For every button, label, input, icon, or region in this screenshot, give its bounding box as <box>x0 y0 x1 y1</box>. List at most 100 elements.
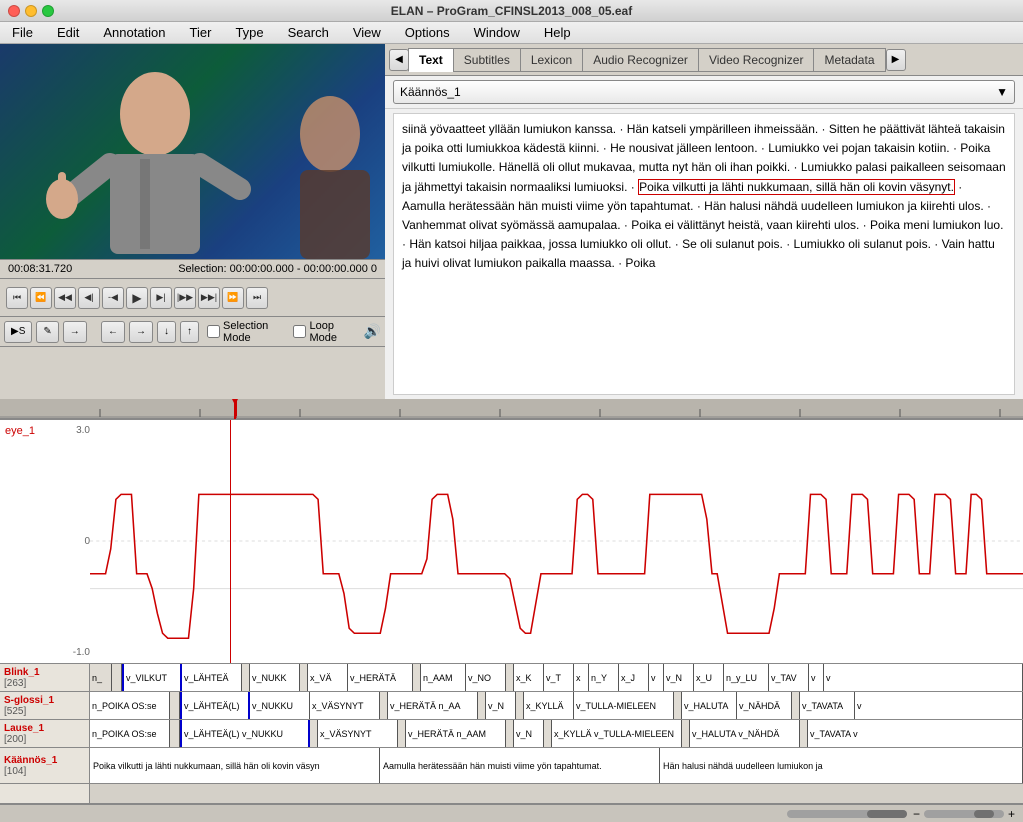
go-to-start-button[interactable]: ⏮ <box>6 287 28 309</box>
tab-video-recognizer[interactable]: Video Recognizer <box>698 48 815 72</box>
blink-ann-7[interactable] <box>300 664 308 691</box>
sglossi-ann-5[interactable]: x_VÄSYNYT <box>310 692 380 719</box>
menu-tier[interactable]: Tier <box>186 23 216 42</box>
sglossi-ann-3[interactable]: v_LÄHTEÄ(L) <box>180 692 250 719</box>
lause-ann-10[interactable] <box>544 720 552 747</box>
lause-ann-14[interactable] <box>800 720 808 747</box>
tab-text[interactable]: Text <box>408 48 454 72</box>
zoom-control[interactable]: − + <box>913 807 1015 821</box>
sglossi-ann-8[interactable] <box>478 692 486 719</box>
menu-type[interactable]: Type <box>231 23 267 42</box>
menu-options[interactable]: Options <box>401 23 454 42</box>
tab-subtitles[interactable]: Subtitles <box>453 48 521 72</box>
sglossi-ann-15[interactable]: v_NÄHDÄ <box>737 692 792 719</box>
sglossi-ann-12[interactable]: v_TULLA-MIELEEN <box>574 692 674 719</box>
menu-view[interactable]: View <box>349 23 385 42</box>
blink-ann-6[interactable]: v_NUKK <box>250 664 300 691</box>
sglossi-ann-17[interactable]: v_TAVATA <box>800 692 855 719</box>
lause-ann-12[interactable] <box>682 720 690 747</box>
lause-ann-3[interactable]: v_LÄHTEÄ(L) v_NUKKU <box>180 720 310 747</box>
blink-ann-22[interactable]: n_y_LU <box>724 664 769 691</box>
zoom-out-icon[interactable]: − <box>913 807 920 821</box>
sglossi-ann-14[interactable]: v_HALUTA <box>682 692 737 719</box>
tab-prev-button[interactable]: ◀ <box>389 49 409 71</box>
kaannos-ann-2[interactable]: Aamulla herätessään hän muisti viime yön… <box>380 748 660 783</box>
sglossi-ann-16[interactable] <box>792 692 800 719</box>
go-to-end-button[interactable]: ⏭ <box>246 287 268 309</box>
lause-ann-1[interactable]: n_POIKA OS:se <box>90 720 170 747</box>
step-back-slow-button[interactable]: ◀◀ <box>54 287 76 309</box>
blink-ann-1[interactable]: n_ <box>90 664 112 691</box>
horizontal-scrollbar[interactable] <box>787 810 907 818</box>
play-button[interactable]: ▶ <box>126 287 148 309</box>
blink-ann-23[interactable]: v_TAV <box>769 664 809 691</box>
volume-icon[interactable]: 🔊 <box>364 323 381 340</box>
blink-ann-25[interactable]: v <box>824 664 1023 691</box>
blink-ann-10[interactable] <box>413 664 421 691</box>
tab-lexicon[interactable]: Lexicon <box>520 48 583 72</box>
blink-ann-16[interactable]: x <box>574 664 589 691</box>
lause-ann-5[interactable]: x_VÄSYNYT <box>318 720 398 747</box>
menu-file[interactable]: File <box>8 23 37 42</box>
minimize-button[interactable] <box>25 5 37 17</box>
tier-content-blink[interactable]: n_ v_VILKUT v_LÄHTEÄ v_NUKK x_VÄ v_HERÄT… <box>90 664 1023 691</box>
menu-window[interactable]: Window <box>470 23 524 42</box>
loop-mode-label[interactable]: Loop Mode <box>293 320 349 344</box>
annotation-mode-button[interactable]: ✎ <box>36 321 58 343</box>
timeline-ruler[interactable] <box>0 399 1023 419</box>
lause-ann-11[interactable]: x_KYLLÄ v_TULLA-MIELEEN <box>552 720 682 747</box>
left-button[interactable]: ← <box>101 321 125 343</box>
sglossi-ann-10[interactable] <box>516 692 524 719</box>
rewind-button[interactable]: ⏪ <box>30 287 52 309</box>
step-back-button[interactable]: ◀| <box>78 287 100 309</box>
tab-audio-recognizer[interactable]: Audio Recognizer <box>582 48 699 72</box>
blink-ann-14[interactable]: x_K <box>514 664 544 691</box>
selection-mode-label[interactable]: Selection Mode <box>207 320 279 344</box>
sglossi-ann-9[interactable]: v_N <box>486 692 516 719</box>
lause-ann-6[interactable] <box>398 720 406 747</box>
close-button[interactable] <box>8 5 20 17</box>
sglossi-ann-6[interactable] <box>380 692 388 719</box>
tab-metadata[interactable]: Metadata <box>813 48 885 72</box>
step-back-frame-button[interactable]: -◀ <box>102 287 124 309</box>
sglossi-ann-2[interactable] <box>170 692 180 719</box>
blink-ann-11[interactable]: n_AAM <box>421 664 466 691</box>
sglossi-ann-13[interactable] <box>674 692 682 719</box>
scrollbar-thumb[interactable] <box>867 810 907 818</box>
blink-ann-20[interactable]: v_N <box>664 664 694 691</box>
blink-ann-15[interactable]: v_T <box>544 664 574 691</box>
zoom-in-icon[interactable]: + <box>1008 807 1015 821</box>
kaannos-ann-3[interactable]: Hän halusi nähdä uudelleen lumiukon ja <box>660 748 1023 783</box>
blink-ann-2[interactable] <box>112 664 122 691</box>
lause-ann-15[interactable]: v_TAVATA v <box>808 720 1023 747</box>
skip-forward-button[interactable]: ⏩ <box>222 287 244 309</box>
blink-ann-13[interactable] <box>506 664 514 691</box>
loop-mode-checkbox[interactable] <box>293 325 306 338</box>
menu-help[interactable]: Help <box>540 23 575 42</box>
menu-edit[interactable]: Edit <box>53 23 83 42</box>
maximize-button[interactable] <box>42 5 54 17</box>
tier-content-kaannos[interactable]: Poika vilkutti ja lähti nukkumaan, sillä… <box>90 748 1023 783</box>
tier-content-lause[interactable]: n_POIKA OS:se v_LÄHTEÄ(L) v_NUKKU x_VÄSY… <box>90 720 1023 747</box>
blink-ann-3[interactable]: v_VILKUT <box>122 664 182 691</box>
lause-ann-4[interactable] <box>310 720 318 747</box>
tab-next-button[interactable]: ▶ <box>886 49 906 71</box>
blink-ann-19[interactable]: v <box>649 664 664 691</box>
blink-ann-8[interactable]: x_VÄ <box>308 664 348 691</box>
blink-ann-17[interactable]: n_Y <box>589 664 619 691</box>
step-forward-button[interactable]: |▶▶ <box>174 287 196 309</box>
tier-dropdown[interactable]: Käännös_1 ▼ <box>393 80 1015 104</box>
up-button[interactable]: ↑ <box>180 321 199 343</box>
zoom-slider-thumb[interactable] <box>974 810 994 818</box>
lause-ann-9[interactable]: v_N <box>514 720 544 747</box>
blink-ann-21[interactable]: x_U <box>694 664 724 691</box>
blink-ann-18[interactable]: x_J <box>619 664 649 691</box>
menu-annotation[interactable]: Annotation <box>99 23 169 42</box>
zoom-slider-track[interactable] <box>924 810 1004 818</box>
sglossi-ann-18[interactable]: v <box>855 692 1023 719</box>
sglossi-ann-1[interactable]: n_POIKA OS:se <box>90 692 170 719</box>
lause-ann-7[interactable]: v_HERÄTÄ n_AAM <box>406 720 506 747</box>
tier-content-sglossi[interactable]: n_POIKA OS:se v_LÄHTEÄ(L) v_NUKKU x_VÄSY… <box>90 692 1023 719</box>
lause-ann-13[interactable]: v_HALUTA v_NÄHDÄ <box>690 720 800 747</box>
lause-ann-8[interactable] <box>506 720 514 747</box>
